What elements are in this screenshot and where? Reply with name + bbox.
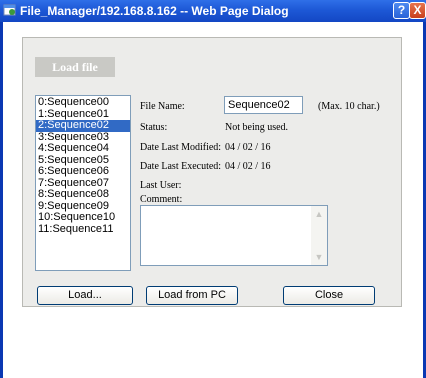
- date-executed-label: Date Last Executed:: [140, 161, 222, 172]
- scroll-down-icon[interactable]: ▼: [311, 249, 327, 265]
- scroll-up-icon[interactable]: ▲: [311, 206, 327, 222]
- comment-label: Comment:: [140, 194, 183, 205]
- list-item[interactable]: 6:Sequence06: [36, 165, 130, 178]
- window-title: File_Manager/192.168.8.162 -- Web Page D…: [20, 4, 289, 18]
- close-window-button[interactable]: X: [409, 2, 426, 19]
- comment-scrollbar[interactable]: ▲ ▼: [311, 206, 327, 265]
- status-label: Status:: [140, 122, 168, 133]
- file-name-label: File Name:: [140, 101, 185, 112]
- help-button[interactable]: ?: [393, 2, 410, 19]
- date-modified-label: Date Last Modified:: [140, 142, 222, 153]
- date-executed-value: 04 / 02 / 16: [225, 161, 271, 172]
- load-from-pc-button[interactable]: Load from PC: [146, 286, 238, 305]
- file-name-hint: (Max. 10 char.): [318, 101, 380, 112]
- comment-textarea[interactable]: ▲ ▼: [140, 205, 328, 266]
- list-item[interactable]: 8:Sequence08: [36, 188, 130, 201]
- sequence-listbox[interactable]: 0:Sequence00 1:Sequence01 2:Sequence02 3…: [35, 95, 131, 271]
- list-item[interactable]: 11:Sequence11: [36, 223, 130, 236]
- list-item[interactable]: 10:Sequence10: [36, 211, 130, 224]
- last-user-label: Last User:: [140, 180, 182, 191]
- list-item[interactable]: 0:Sequence00: [36, 96, 130, 109]
- file-name-input[interactable]: [224, 96, 303, 114]
- app-icon: [3, 4, 16, 16]
- window-titlebar[interactable]: File_Manager/192.168.8.162 -- Web Page D…: [0, 0, 426, 22]
- load-button[interactable]: Load...: [37, 286, 133, 305]
- close-button[interactable]: Close: [283, 286, 375, 305]
- list-item-selected[interactable]: 2:Sequence02: [36, 119, 130, 132]
- date-modified-value: 04 / 02 / 16: [225, 142, 271, 153]
- list-item[interactable]: 4:Sequence04: [36, 142, 130, 155]
- panel-title: Load file: [35, 57, 115, 77]
- status-value: Not being used.: [225, 122, 289, 133]
